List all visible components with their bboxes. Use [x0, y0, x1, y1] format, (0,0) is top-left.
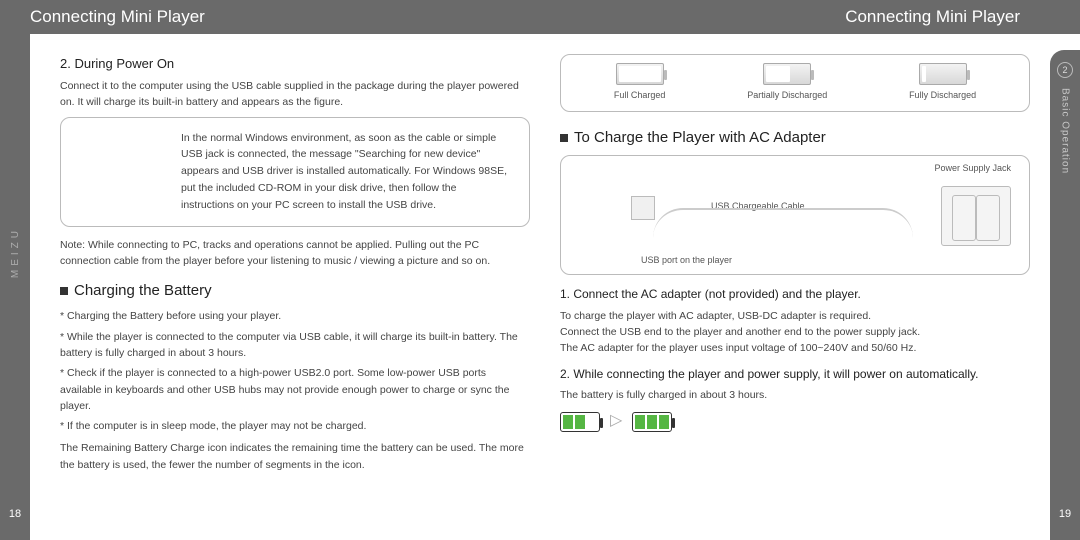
battery-icon	[919, 63, 967, 85]
step1-title: 1. Connect the AC adapter (not provided)…	[560, 285, 1030, 304]
bullet: * Charging the Battery before using your…	[60, 308, 530, 324]
cable-icon	[653, 208, 913, 238]
remaining-note: The Remaining Battery Charge icon indica…	[60, 440, 530, 473]
column-right: Full Charged Partially Discharged Fully …	[560, 54, 1030, 530]
bullet: * While the player is connected to the c…	[60, 329, 530, 362]
pc-note: Note: While connecting to PC, tracks and…	[60, 237, 530, 270]
step2-title: 2. While connecting the player and power…	[560, 365, 1030, 384]
step1-line: Connect the USB end to the player and an…	[560, 324, 1030, 340]
status-label: Fully Discharged	[909, 90, 976, 100]
page-number-left: 18	[9, 508, 21, 520]
status-full: Full Charged	[614, 63, 666, 103]
label-usb-port: USB port on the player	[641, 254, 732, 268]
status-label: Partially Discharged	[747, 90, 827, 100]
chapter-label: Basic Operation	[1060, 88, 1071, 174]
column-left: 2. During Power On Connect it to the com…	[60, 54, 530, 530]
chapter-number: 2	[1057, 62, 1073, 78]
poweron-desc: Connect it to the computer using the USB…	[60, 78, 530, 111]
label-power-supply-jack: Power Supply Jack	[934, 162, 1011, 176]
step2-line: The battery is fully charged in about 3 …	[560, 387, 1030, 403]
status-empty: Fully Discharged	[909, 63, 976, 103]
charging-bullets: * Charging the Battery before using your…	[60, 308, 530, 434]
step1-line: To charge the player with AC adapter, US…	[560, 308, 1030, 324]
header-title-right: Connecting Mini Player	[525, 7, 1080, 27]
outlet-icon	[941, 186, 1011, 246]
battery-icon	[560, 412, 600, 432]
windows-note-box: In the normal Windows environment, as so…	[60, 117, 530, 227]
sidebar-left: MEIZU 18	[0, 34, 30, 540]
status-partial: Partially Discharged	[747, 63, 827, 103]
topbar: Connecting Mini Player Connecting Mini P…	[0, 0, 1080, 34]
battery-icon	[616, 63, 664, 85]
header-title-left: Connecting Mini Player	[0, 7, 525, 27]
brand-logo: MEIZU	[10, 227, 21, 278]
bullet: * Check if the player is connected to a …	[60, 365, 530, 414]
sidebar-right: 2 Basic Operation 19	[1050, 50, 1080, 540]
bullet: * If the computer is in sleep mode, the …	[60, 418, 530, 434]
poweron-heading: 2. During Power On	[60, 54, 530, 74]
plug-icon	[631, 196, 655, 220]
battery-icon	[763, 63, 811, 85]
page-number-right: 19	[1059, 508, 1071, 520]
charging-heading: Charging the Battery	[60, 279, 530, 302]
content: 2. During Power On Connect it to the com…	[30, 34, 1050, 540]
ac-diagram: Power Supply Jack USB Chargeable Cable U…	[560, 155, 1030, 275]
arrow-icon: ▷	[610, 409, 622, 434]
step1-line: The AC adapter for the player uses input…	[560, 340, 1030, 356]
ac-heading: To Charge the Player with AC Adapter	[560, 126, 1030, 149]
status-label: Full Charged	[614, 90, 666, 100]
charge-sequence: ▷	[560, 409, 1030, 434]
battery-icon	[632, 412, 672, 432]
battery-status-box: Full Charged Partially Discharged Fully …	[560, 54, 1030, 112]
